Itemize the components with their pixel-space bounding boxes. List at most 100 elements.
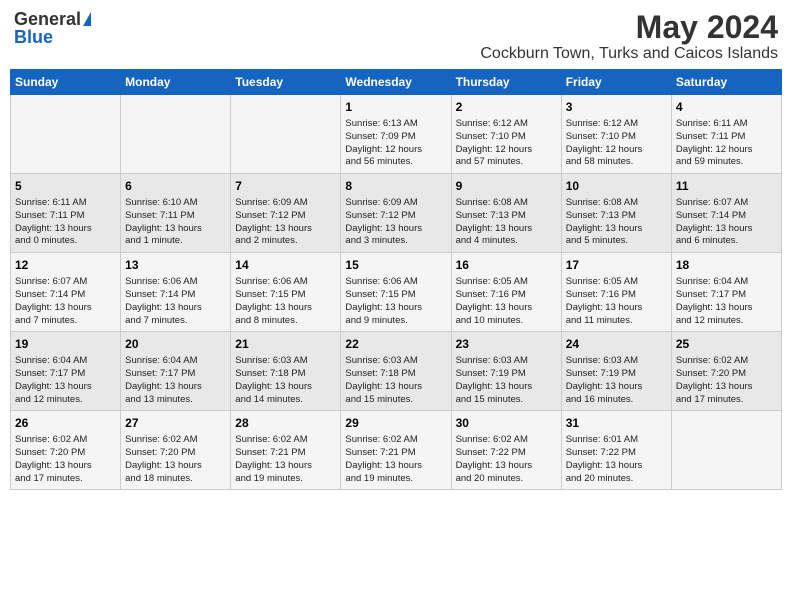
day-number: 29: [345, 415, 446, 432]
day-number: 3: [566, 99, 667, 116]
day-info: Sunrise: 6:03 AM Sunset: 7:18 PM Dayligh…: [345, 355, 446, 406]
calendar-cell: 31Sunrise: 6:01 AM Sunset: 7:22 PM Dayli…: [561, 411, 671, 490]
calendar-cell: 19 Sunrise: 6:04 AM Sunset: 7:17 PM Dayli…: [11, 332, 121, 411]
calendar-cell: 13 Sunrise: 6:06 AM Sunset: 7:14 PM Dayli…: [121, 253, 231, 332]
day-number: 28: [235, 415, 336, 432]
calendar-cell: 10 Sunrise: 6:08 AM Sunset: 7:13 PM Dayli…: [561, 174, 671, 253]
day-info: Sunrise: 6:03 AM Sunset: 7:18 PM Dayligh…: [235, 355, 336, 406]
calendar-cell: 7Sunrise: 6:09 AM Sunset: 7:12 PM Daylig…: [231, 174, 341, 253]
col-sunday: Sunday: [11, 70, 121, 95]
calendar-cell: 22 Sunrise: 6:03 AM Sunset: 7:18 PM Dayli…: [341, 332, 451, 411]
day-info: Sunrise: 6:11 AM Sunset: 7:11 PM Dayligh…: [676, 118, 777, 169]
col-saturday: Saturday: [671, 70, 781, 95]
calendar-cell: 20 Sunrise: 6:04 AM Sunset: 7:17 PM Dayli…: [121, 332, 231, 411]
day-number: 10: [566, 178, 667, 195]
calendar-cell: 27 Sunrise: 6:02 AM Sunset: 7:20 PM Dayli…: [121, 411, 231, 490]
day-info: Sunrise: 6:10 AM Sunset: 7:11 PM Dayligh…: [125, 197, 226, 248]
day-info: Sunrise: 6:08 AM Sunset: 7:13 PM Dayligh…: [566, 197, 667, 248]
calendar-cell: 6 Sunrise: 6:10 AM Sunset: 7:11 PM Daylig…: [121, 174, 231, 253]
day-number: 18: [676, 257, 777, 274]
day-number: 19: [15, 336, 116, 353]
day-info: Sunrise: 6:05 AM Sunset: 7:16 PM Dayligh…: [566, 276, 667, 327]
week-row-1: 1 Sunrise: 6:13 AM Sunset: 7:09 PM Daylig…: [11, 95, 782, 174]
day-number: 30: [456, 415, 557, 432]
col-thursday: Thursday: [451, 70, 561, 95]
col-friday: Friday: [561, 70, 671, 95]
calendar-cell: 25 Sunrise: 6:02 AM Sunset: 7:20 PM Dayli…: [671, 332, 781, 411]
day-number: 31: [566, 415, 667, 432]
col-monday: Monday: [121, 70, 231, 95]
col-tuesday: Tuesday: [231, 70, 341, 95]
calendar-table: Sunday Monday Tuesday Wednesday Thursday…: [10, 69, 782, 490]
day-number: 14: [235, 257, 336, 274]
calendar-subtitle: Cockburn Town, Turks and Caicos Islands: [480, 45, 778, 63]
calendar-cell: 26 Sunrise: 6:02 AM Sunset: 7:20 PM Dayli…: [11, 411, 121, 490]
day-info: Sunrise: 6:02 AM Sunset: 7:22 PM Dayligh…: [456, 434, 557, 485]
calendar-cell: 11 Sunrise: 6:07 AM Sunset: 7:14 PM Dayli…: [671, 174, 781, 253]
day-number: 4: [676, 99, 777, 116]
day-info: Sunrise: 6:02 AM Sunset: 7:20 PM Dayligh…: [15, 434, 116, 485]
calendar-cell: 21 Sunrise: 6:03 AM Sunset: 7:18 PM Dayli…: [231, 332, 341, 411]
day-number: 6: [125, 178, 226, 195]
day-info: Sunrise: 6:04 AM Sunset: 7:17 PM Dayligh…: [125, 355, 226, 406]
day-info: Sunrise: 6:02 AM Sunset: 7:20 PM Dayligh…: [125, 434, 226, 485]
day-number: 23: [456, 336, 557, 353]
calendar-cell: 15 Sunrise: 6:06 AM Sunset: 7:15 PM Dayli…: [341, 253, 451, 332]
day-number: 11: [676, 178, 777, 195]
calendar-cell: 16Sunrise: 6:05 AM Sunset: 7:16 PM Dayli…: [451, 253, 561, 332]
day-number: 25: [676, 336, 777, 353]
calendar-cell: 30 Sunrise: 6:02 AM Sunset: 7:22 PM Dayli…: [451, 411, 561, 490]
day-info: Sunrise: 6:07 AM Sunset: 7:14 PM Dayligh…: [15, 276, 116, 327]
calendar-cell: 17 Sunrise: 6:05 AM Sunset: 7:16 PM Dayli…: [561, 253, 671, 332]
calendar-cell: 8 Sunrise: 6:09 AM Sunset: 7:12 PM Daylig…: [341, 174, 451, 253]
day-number: 22: [345, 336, 446, 353]
week-row-5: 26 Sunrise: 6:02 AM Sunset: 7:20 PM Dayli…: [11, 411, 782, 490]
day-number: 1: [345, 99, 446, 116]
day-number: 2: [456, 99, 557, 116]
calendar-cell: 14 Sunrise: 6:06 AM Sunset: 7:15 PM Dayli…: [231, 253, 341, 332]
day-info: Sunrise: 6:06 AM Sunset: 7:15 PM Dayligh…: [345, 276, 446, 327]
day-info: Sunrise: 6:07 AM Sunset: 7:14 PM Dayligh…: [676, 197, 777, 248]
day-number: 20: [125, 336, 226, 353]
day-info: Sunrise: 6:02 AM Sunset: 7:20 PM Dayligh…: [676, 355, 777, 406]
calendar-cell: 5Sunrise: 6:11 AM Sunset: 7:11 PM Daylig…: [11, 174, 121, 253]
day-number: 8: [345, 178, 446, 195]
day-number: 24: [566, 336, 667, 353]
calendar-cell: [671, 411, 781, 490]
day-info: Sunrise: 6:02 AM Sunset: 7:21 PM Dayligh…: [345, 434, 446, 485]
day-info: Sunrise: 6:03 AM Sunset: 7:19 PM Dayligh…: [456, 355, 557, 406]
calendar-cell: 2Sunrise: 6:12 AM Sunset: 7:10 PM Daylig…: [451, 95, 561, 174]
day-number: 17: [566, 257, 667, 274]
day-number: 12: [15, 257, 116, 274]
calendar-cell: [121, 95, 231, 174]
day-number: 15: [345, 257, 446, 274]
day-info: Sunrise: 6:13 AM Sunset: 7:09 PM Dayligh…: [345, 118, 446, 169]
week-row-2: 5Sunrise: 6:11 AM Sunset: 7:11 PM Daylig…: [11, 174, 782, 253]
day-info: Sunrise: 6:11 AM Sunset: 7:11 PM Dayligh…: [15, 197, 116, 248]
day-number: 27: [125, 415, 226, 432]
logo-blue-text: Blue: [14, 28, 53, 46]
day-info: Sunrise: 6:04 AM Sunset: 7:17 PM Dayligh…: [676, 276, 777, 327]
day-number: 13: [125, 257, 226, 274]
day-number: 21: [235, 336, 336, 353]
day-info: Sunrise: 6:09 AM Sunset: 7:12 PM Dayligh…: [345, 197, 446, 248]
week-row-4: 19 Sunrise: 6:04 AM Sunset: 7:17 PM Dayli…: [11, 332, 782, 411]
calendar-cell: 28 Sunrise: 6:02 AM Sunset: 7:21 PM Dayli…: [231, 411, 341, 490]
day-info: Sunrise: 6:04 AM Sunset: 7:17 PM Dayligh…: [15, 355, 116, 406]
calendar-title: May 2024: [480, 10, 778, 45]
day-number: 9: [456, 178, 557, 195]
calendar-cell: 18 Sunrise: 6:04 AM Sunset: 7:17 PM Dayli…: [671, 253, 781, 332]
calendar-cell: 24Sunrise: 6:03 AM Sunset: 7:19 PM Dayli…: [561, 332, 671, 411]
calendar-cell: 4 Sunrise: 6:11 AM Sunset: 7:11 PM Daylig…: [671, 95, 781, 174]
day-info: Sunrise: 6:12 AM Sunset: 7:10 PM Dayligh…: [566, 118, 667, 169]
day-info: Sunrise: 6:02 AM Sunset: 7:21 PM Dayligh…: [235, 434, 336, 485]
col-wednesday: Wednesday: [341, 70, 451, 95]
logo-general-text: General: [14, 10, 81, 28]
day-number: 26: [15, 415, 116, 432]
calendar-cell: 9 Sunrise: 6:08 AM Sunset: 7:13 PM Daylig…: [451, 174, 561, 253]
day-info: Sunrise: 6:08 AM Sunset: 7:13 PM Dayligh…: [456, 197, 557, 248]
day-info: Sunrise: 6:06 AM Sunset: 7:15 PM Dayligh…: [235, 276, 336, 327]
logo-triangle-icon: [83, 12, 91, 26]
day-info: Sunrise: 6:06 AM Sunset: 7:14 PM Dayligh…: [125, 276, 226, 327]
day-info: Sunrise: 6:09 AM Sunset: 7:12 PM Dayligh…: [235, 197, 336, 248]
